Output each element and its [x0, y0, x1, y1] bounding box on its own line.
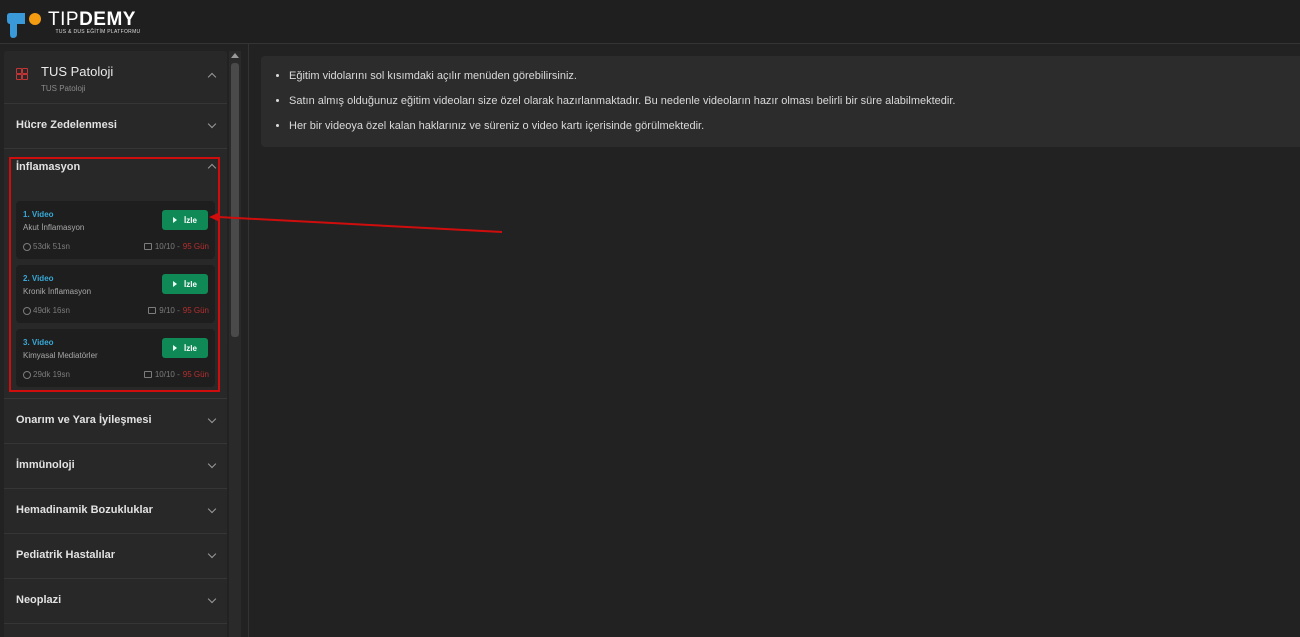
chevron-down-icon	[207, 549, 217, 559]
section-label: Neoplazi	[16, 594, 62, 606]
tipdemy-logo[interactable]: TIPDEMY TUS & DUS EĞİTİM PLATFORMU	[5, 7, 145, 39]
annotation-highlight-box	[9, 157, 220, 392]
section-label: Pediatrik Hastalılar	[16, 549, 116, 561]
scroll-thumb[interactable]	[231, 63, 239, 337]
chevron-down-icon	[207, 414, 217, 424]
info-item: Satın almış olduğunuz eğitim videoları s…	[289, 93, 1300, 118]
section-pediatrik[interactable]: Pediatrik Hastalılar	[4, 534, 227, 579]
logo-wordmark: TIPDEMY	[48, 9, 136, 30]
chevron-down-icon	[207, 504, 217, 514]
logo-mark-icon	[7, 13, 41, 38]
chevron-down-icon	[207, 459, 217, 469]
course-title: TUS Patoloji	[41, 64, 114, 79]
section-label: Hücre Zedelenmesi	[16, 119, 117, 131]
section-hemadinamik[interactable]: Hemadinamik Bozukluklar	[4, 489, 227, 534]
chevron-down-icon	[207, 119, 217, 129]
grid-icon	[16, 68, 28, 80]
section-immunoloji[interactable]: İmmünoloji	[4, 444, 227, 489]
course-subtitle: TUS Patoloji	[41, 84, 86, 93]
scroll-up-icon[interactable]	[231, 53, 239, 58]
section-onarim[interactable]: Onarım ve Yara İyileşmesi	[4, 399, 227, 444]
chevron-down-icon	[207, 594, 217, 604]
chevron-up-icon	[207, 72, 217, 82]
info-panel: Eğitim vidolarını sol kısımdaki açılır m…	[261, 56, 1300, 147]
info-item: Her bir videoya özel kalan haklarınız ve…	[289, 118, 1300, 143]
info-list: Eğitim vidolarını sol kısımdaki açılır m…	[261, 56, 1300, 143]
section-label: Onarım ve Yara İyileşmesi	[16, 414, 152, 426]
info-item: Eğitim vidolarını sol kısımdaki açılır m…	[289, 68, 1300, 93]
course-header[interactable]: TUS Patoloji TUS Patoloji	[4, 51, 227, 104]
section-label: İmmünoloji	[16, 459, 75, 471]
section-label: Hemadinamik Bozukluklar	[16, 504, 153, 516]
top-bar: TIPDEMY TUS & DUS EĞİTİM PLATFORMU	[0, 0, 1300, 44]
logo-tagline: TUS & DUS EĞİTİM PLATFORMU	[55, 29, 141, 35]
sidebar-scrollbar[interactable]	[229, 51, 241, 637]
section-hucre-zedelenmesi[interactable]: Hücre Zedelenmesi	[4, 104, 227, 149]
section-neoplazi[interactable]: Neoplazi	[4, 579, 227, 624]
